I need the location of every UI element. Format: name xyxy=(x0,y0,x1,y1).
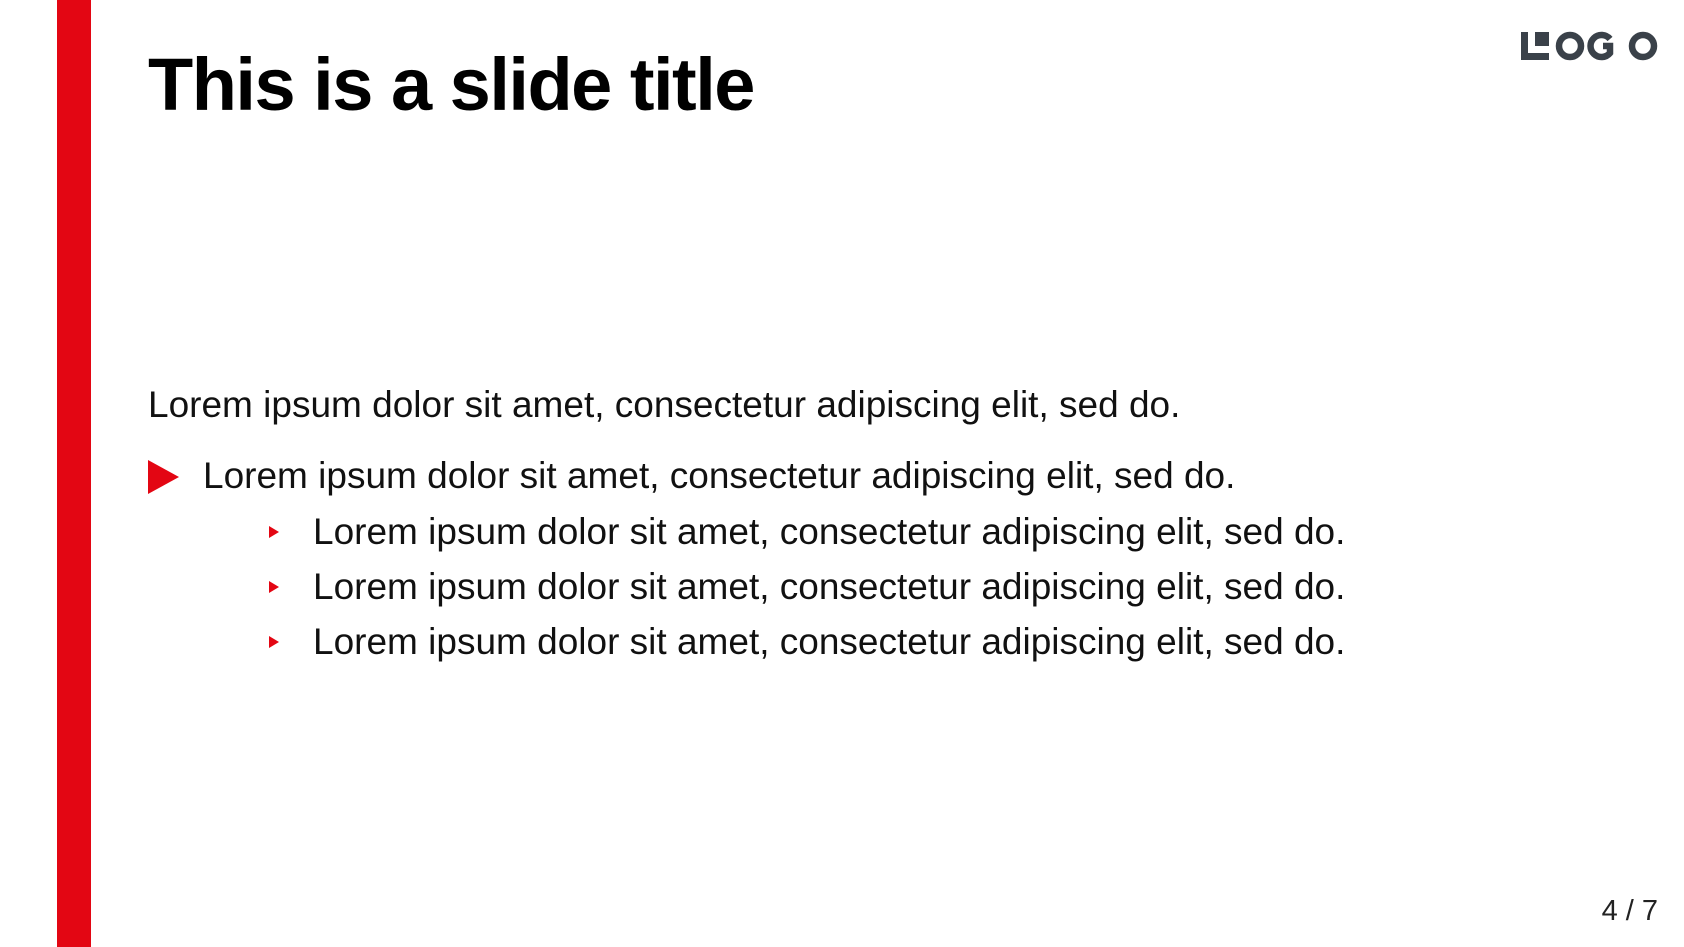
triangle-right-icon xyxy=(148,460,179,494)
accent-bar xyxy=(57,0,91,947)
sub-bullet-text: Lorem ipsum dolor sit amet, consectetur … xyxy=(313,621,1346,662)
sub-bullet-list: Lorem ipsum dolor sit amet, consectetur … xyxy=(203,504,1568,669)
bullet-list: Lorem ipsum dolor sit amet, consectetur … xyxy=(148,450,1568,669)
slide-content: Lorem ipsum dolor sit amet, consectetur … xyxy=(148,380,1568,669)
sub-bullet-text: Lorem ipsum dolor sit amet, consectetur … xyxy=(313,566,1346,607)
slide-title: This is a slide title xyxy=(148,43,755,126)
small-triangle-right-icon xyxy=(269,526,279,538)
sub-bullet-item: Lorem ipsum dolor sit amet, consectetur … xyxy=(203,614,1568,669)
logo xyxy=(1521,31,1658,61)
intro-paragraph: Lorem ipsum dolor sit amet, consectetur … xyxy=(148,384,1181,425)
sub-bullet-item: Lorem ipsum dolor sit amet, consectetur … xyxy=(203,504,1568,559)
page-number: 4 / 7 xyxy=(1601,895,1658,927)
small-triangle-right-icon xyxy=(269,581,279,593)
sub-bullet-text: Lorem ipsum dolor sit amet, consectetur … xyxy=(313,511,1346,552)
slide: This is a slide title Lorem ipsum dolor … xyxy=(0,0,1684,947)
bullet-item: Lorem ipsum dolor sit amet, consectetur … xyxy=(148,450,1568,669)
sub-bullet-item: Lorem ipsum dolor sit amet, consectetur … xyxy=(203,559,1568,614)
bullet-text: Lorem ipsum dolor sit amet, consectetur … xyxy=(203,455,1236,496)
small-triangle-right-icon xyxy=(269,636,279,648)
